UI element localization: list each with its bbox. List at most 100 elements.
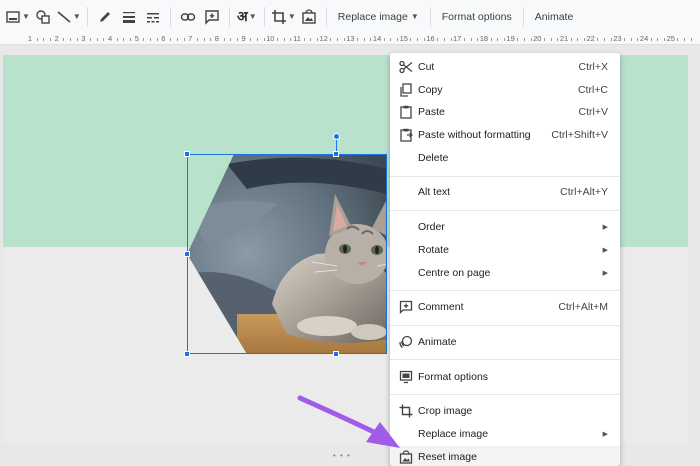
rotate-handle[interactable]: [333, 133, 340, 140]
ruler-minor-tick: [463, 38, 465, 41]
resize-handle-bottom-left[interactable]: [184, 351, 190, 357]
reset-image-icon: [302, 8, 316, 24]
menu-item-paste[interactable]: Paste Ctrl+V: [390, 101, 620, 123]
replace-image-button[interactable]: Replace image ▼: [332, 5, 425, 29]
ruler-minor-tick: [690, 38, 692, 41]
ruler-minor-tick: [176, 38, 178, 41]
menu-item-paste-without-formatting[interactable]: Paste without formatting Ctrl+Shift+V: [390, 124, 620, 146]
animate-button[interactable]: Animate: [529, 5, 580, 29]
menu-item-rotate[interactable]: Rotate ▶: [390, 239, 620, 261]
menu-divider: [390, 176, 620, 177]
border-dash-icon: [146, 12, 159, 22]
ruler-minor-tick: [584, 38, 586, 41]
menu-item-centre-on-page[interactable]: Centre on page ▶: [390, 262, 620, 284]
insert-link-button[interactable]: [177, 5, 199, 29]
horizontal-ruler[interactable]: 1 2 3 4 5 6 7 8 9 10 11 12 13 14 15 16 17 18 19 20 21 22 23 24 2…: [0, 33, 700, 45]
pencil-icon: [99, 11, 110, 22]
ruler-minor-tick: [276, 38, 278, 41]
menu-label: Animate: [418, 336, 457, 348]
ruler-minor-tick: [96, 38, 98, 41]
menu-item-animate[interactable]: Animate: [390, 331, 620, 353]
ruler-minor-tick: [283, 38, 285, 41]
ruler-tick-label: 15: [399, 34, 408, 43]
menu-item-cut[interactable]: Cut Ctrl+X: [390, 56, 620, 78]
border-weight-button[interactable]: [118, 5, 140, 29]
ruler-minor-tick: [410, 38, 412, 41]
animate-icon: [399, 335, 413, 349]
ruler-tick-label: 20: [533, 34, 542, 43]
ruler-minor-tick: [103, 38, 105, 41]
menu-item-comment[interactable]: Comment Ctrl+Alt+M: [390, 296, 620, 318]
menu-label: Comment: [418, 301, 464, 313]
resize-handle-top[interactable]: [333, 151, 339, 157]
resize-handle-top-left[interactable]: [184, 151, 190, 157]
chevron-down-icon: ▼: [72, 12, 81, 21]
shape-button[interactable]: [32, 5, 54, 29]
ruler-minor-tick: [130, 38, 132, 41]
menu-label: Format options: [418, 371, 489, 383]
menu-label: Delete: [418, 152, 449, 164]
ruler-minor-tick: [543, 38, 545, 41]
chevron-down-icon: ▼: [248, 12, 257, 21]
ruler-tick-label: 6: [161, 34, 166, 43]
ruler-minor-tick: [143, 38, 145, 41]
ruler-minor-tick: [310, 38, 312, 41]
menu-item-format-options[interactable]: Format options: [390, 366, 620, 388]
ruler-minor-tick: [210, 38, 212, 41]
ruler-minor-tick: [657, 38, 659, 41]
ruler-minor-tick: [577, 38, 579, 41]
menu-label: Cut: [418, 61, 435, 73]
line-button[interactable]: ▼: [56, 5, 81, 29]
ruler-minor-tick: [570, 38, 572, 41]
input-tools-button[interactable]: अ ▼: [236, 5, 258, 29]
menu-item-reset-image[interactable]: Reset image: [390, 446, 620, 466]
border-dash-button[interactable]: [142, 5, 164, 29]
ruler-tick-label: 21: [559, 34, 569, 43]
ruler-minor-tick: [357, 38, 359, 41]
menu-item-replace-image[interactable]: Replace image ▶: [390, 423, 620, 445]
format-options-button[interactable]: Format options: [436, 5, 518, 29]
ruler-minor-tick: [330, 38, 332, 41]
border-color-button[interactable]: [94, 5, 116, 29]
ruler-minor-tick: [503, 38, 505, 41]
resize-handle-bottom[interactable]: [333, 351, 339, 357]
ruler-minor-tick: [497, 38, 499, 41]
selection-box: [187, 154, 387, 354]
reset-image-button[interactable]: [298, 5, 320, 29]
ruler-minor-tick: [183, 38, 185, 41]
menu-label: Order: [418, 221, 445, 233]
ruler-minor-tick: [550, 38, 552, 41]
context-menu: Cut Ctrl+X Copy Ctrl+C Paste Ctrl+V Past…: [390, 53, 620, 466]
ruler-minor-tick: [557, 38, 559, 41]
menu-item-order[interactable]: Order ▶: [390, 216, 620, 238]
ruler-minor-tick: [150, 38, 152, 41]
ruler-tick-label: 13: [346, 34, 355, 43]
chevron-down-icon: ▼: [22, 12, 30, 21]
toolbar-divider: [228, 6, 230, 27]
copy-icon: [400, 83, 412, 97]
menu-label: Paste: [418, 106, 445, 118]
add-comment-button[interactable]: [201, 5, 223, 29]
ruler-minor-tick: [624, 38, 626, 41]
ruler-minor-tick: [230, 38, 232, 41]
ruler-minor-tick: [337, 38, 339, 41]
ruler-minor-tick: [610, 38, 612, 41]
ruler-minor-tick: [363, 38, 365, 41]
menu-item-copy[interactable]: Copy Ctrl+C: [390, 79, 620, 101]
shortcut: Ctrl+V: [578, 106, 608, 118]
new-slide-button[interactable]: ▼: [5, 5, 30, 29]
ruler-minor-tick: [256, 38, 258, 41]
ruler-minor-tick: [170, 38, 172, 41]
ruler-tick-label: 7: [188, 34, 193, 43]
menu-item-alt-text[interactable]: Alt text Ctrl+Alt+Y: [390, 181, 620, 203]
menu-item-crop-image[interactable]: Crop image: [390, 400, 620, 422]
crop-button[interactable]: ▼: [271, 5, 296, 29]
menu-item-delete[interactable]: Delete: [390, 147, 620, 169]
menu-label: Crop image: [418, 405, 473, 417]
format-options-icon: [399, 370, 413, 384]
menu-label: Paste without formatting: [418, 129, 531, 141]
menu-divider: [390, 359, 620, 360]
resize-handle-left[interactable]: [184, 251, 190, 257]
ruler-tick-label: 5: [134, 34, 139, 43]
shape-icon: [36, 9, 50, 24]
